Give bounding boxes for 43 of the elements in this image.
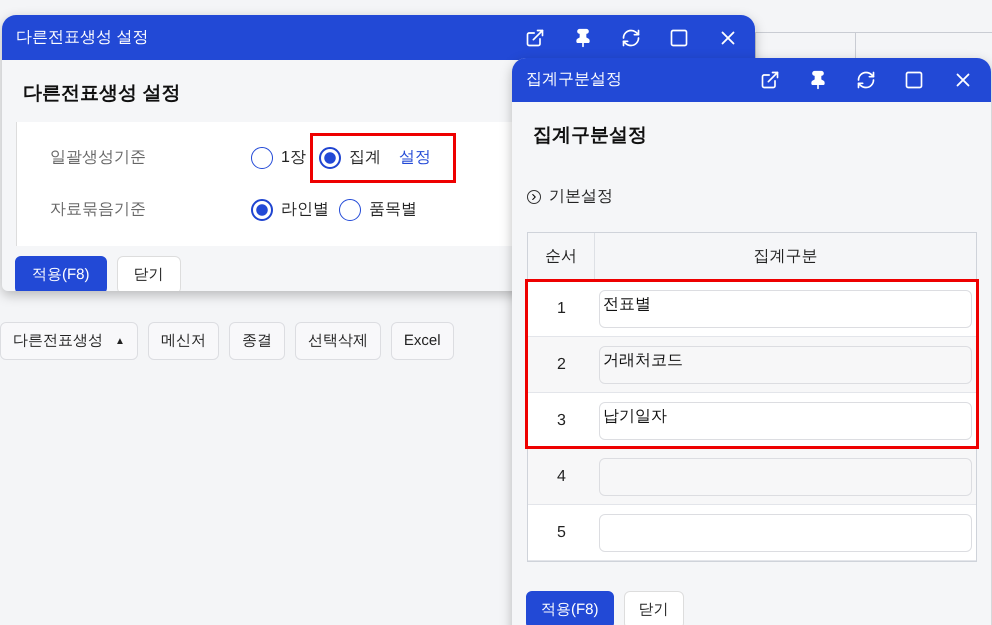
order-cell-text: 4: [556, 466, 567, 486]
settings-link[interactable]: 설정: [398, 146, 431, 170]
input-field[interactable]: 거래처코드: [599, 346, 972, 384]
dialog-heading: 다른전표생성 설정: [23, 83, 180, 104]
radio-button[interactable]: [251, 199, 273, 221]
order-cell-text: 3: [556, 410, 567, 430]
input-field[interactable]: [599, 458, 972, 496]
radio-label: 집계: [348, 148, 381, 168]
close-button[interactable]: 닫기: [116, 256, 180, 291]
window-title: 다른전표생성 설정: [16, 28, 148, 48]
toolbar-button[interactable]: 종결: [228, 322, 285, 360]
radio-label: 라인별: [281, 200, 329, 220]
input-field[interactable]: 납기일자: [599, 402, 972, 440]
radio-label: 1장: [281, 148, 306, 168]
toolbar-button[interactable]: 다른전표생성 ▲: [0, 322, 138, 360]
popout-icon[interactable]: [760, 70, 780, 90]
popout-icon[interactable]: [525, 28, 545, 48]
window-title: 집계구분설정: [526, 70, 622, 90]
close-button[interactable]: 닫기: [624, 591, 684, 625]
refresh-icon[interactable]: [856, 70, 876, 90]
dialog-heading: 집계구분설정: [533, 125, 647, 146]
apply-button[interactable]: 적용(F8): [526, 591, 614, 625]
order-cell-text: 2: [556, 354, 567, 374]
input-field[interactable]: 전표별: [599, 290, 972, 328]
toolbar-button[interactable]: Excel: [390, 322, 454, 360]
column-header: 집계구분: [752, 246, 818, 266]
radio-button[interactable]: [339, 199, 361, 221]
apply-button[interactable]: 적용(F8): [15, 256, 106, 291]
toolbar-button[interactable]: 선택삭제: [294, 322, 381, 360]
maximize-icon[interactable]: [904, 70, 924, 90]
order-cell-text: 5: [556, 522, 567, 542]
radio-button[interactable]: [251, 147, 273, 169]
field-label: 자료묶음기준: [49, 200, 147, 220]
field-label: 일괄생성기준: [49, 148, 147, 168]
order-cell-text: 1: [556, 298, 567, 318]
radio-button[interactable]: [318, 147, 341, 169]
section-title: 기본설정: [549, 187, 613, 207]
refresh-icon[interactable]: [621, 28, 641, 48]
maximize-icon[interactable]: [669, 28, 689, 48]
column-header: 순서: [528, 233, 595, 280]
radio-label: 품목별: [369, 200, 417, 220]
input-field[interactable]: [599, 514, 972, 552]
toolbar-button[interactable]: 메신저: [148, 322, 219, 360]
